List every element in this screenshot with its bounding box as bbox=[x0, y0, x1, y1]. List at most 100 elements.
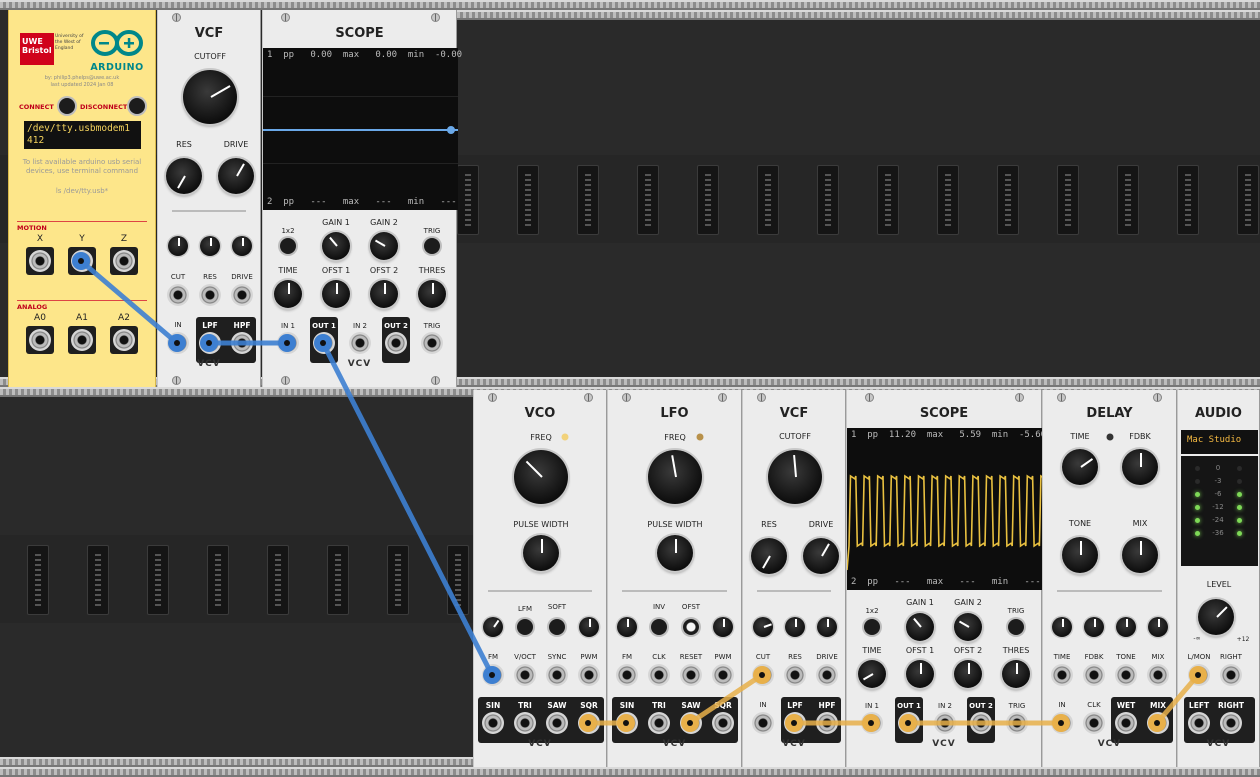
out2-jack[interactable] bbox=[385, 332, 407, 354]
ofst-button[interactable] bbox=[683, 619, 699, 635]
clk-jack[interactable] bbox=[1083, 712, 1105, 734]
pwm-jack[interactable] bbox=[712, 664, 734, 686]
right-out-jack[interactable] bbox=[1220, 712, 1242, 734]
motion-z-jack[interactable] bbox=[113, 250, 135, 272]
tone-cv-jack[interactable] bbox=[1115, 664, 1137, 686]
drive-knob[interactable] bbox=[803, 538, 839, 574]
time-cv-jack[interactable] bbox=[1051, 664, 1073, 686]
saw-jack[interactable] bbox=[680, 712, 702, 734]
in2-jack[interactable] bbox=[934, 712, 956, 734]
x12-button[interactable] bbox=[280, 238, 296, 254]
mix-cv-knob[interactable] bbox=[1148, 617, 1168, 637]
fm-jack[interactable] bbox=[482, 664, 504, 686]
motion-x-jack[interactable] bbox=[29, 250, 51, 272]
in-jack[interactable] bbox=[167, 332, 189, 354]
sin-jack[interactable] bbox=[482, 712, 504, 734]
analog-a0-jack[interactable] bbox=[29, 329, 51, 351]
sin-jack[interactable] bbox=[616, 712, 638, 734]
inv-button[interactable] bbox=[651, 619, 667, 635]
tri-jack[interactable] bbox=[514, 712, 536, 734]
voct-jack[interactable] bbox=[514, 664, 536, 686]
pulse-width-knob[interactable] bbox=[523, 535, 559, 571]
wet-jack[interactable] bbox=[1115, 712, 1137, 734]
mix-knob[interactable] bbox=[1122, 537, 1158, 573]
thres-knob[interactable] bbox=[1002, 660, 1030, 688]
disconnect-button[interactable] bbox=[129, 98, 145, 114]
time-knob[interactable] bbox=[858, 660, 886, 688]
res-knob[interactable] bbox=[751, 538, 787, 574]
motion-y-jack[interactable] bbox=[71, 250, 93, 272]
gain2-knob[interactable] bbox=[370, 232, 398, 260]
thres-knob[interactable] bbox=[418, 280, 446, 308]
pwm-jack[interactable] bbox=[578, 664, 600, 686]
res-cv-knob[interactable] bbox=[785, 617, 805, 637]
soft-button[interactable] bbox=[549, 619, 565, 635]
lfm-button[interactable] bbox=[517, 619, 533, 635]
fdbk-knob[interactable] bbox=[1122, 449, 1158, 485]
connect-button[interactable] bbox=[59, 98, 75, 114]
port-display[interactable]: /dev/tty.usbmodem1 412 bbox=[24, 121, 141, 149]
in1-jack[interactable] bbox=[277, 332, 299, 354]
analog-a1-jack[interactable] bbox=[71, 329, 93, 351]
reset-jack[interactable] bbox=[680, 664, 702, 686]
cut-cv-knob[interactable] bbox=[168, 236, 188, 256]
gain1-knob[interactable] bbox=[322, 232, 350, 260]
in-jack[interactable] bbox=[752, 712, 774, 734]
ofst2-knob[interactable] bbox=[954, 660, 982, 688]
level-knob[interactable] bbox=[1198, 599, 1234, 635]
mix-cv-jack[interactable] bbox=[1147, 664, 1169, 686]
trig-in-jack[interactable] bbox=[1006, 712, 1028, 734]
res-knob[interactable] bbox=[166, 158, 202, 194]
in-jack[interactable] bbox=[1051, 712, 1073, 734]
res-cv-knob[interactable] bbox=[200, 236, 220, 256]
clk-jack[interactable] bbox=[648, 664, 670, 686]
hpf-jack[interactable] bbox=[231, 332, 253, 354]
out1-jack[interactable] bbox=[313, 332, 335, 354]
drive-cv-jack[interactable] bbox=[231, 284, 253, 306]
time-cv-knob[interactable] bbox=[1052, 617, 1072, 637]
in1-jack[interactable] bbox=[861, 712, 883, 734]
gain2-knob[interactable] bbox=[954, 613, 982, 641]
out2-jack[interactable] bbox=[970, 712, 992, 734]
hpf-jack[interactable] bbox=[816, 712, 838, 734]
time-knob[interactable] bbox=[274, 280, 302, 308]
tri-jack[interactable] bbox=[648, 712, 670, 734]
fm-cv-knob[interactable] bbox=[483, 617, 503, 637]
left-out-jack[interactable] bbox=[1188, 712, 1210, 734]
pwm-cv-knob[interactable] bbox=[713, 617, 733, 637]
device-display[interactable]: Mac Studio bbox=[1181, 430, 1258, 454]
analog-a2-jack[interactable] bbox=[113, 329, 135, 351]
out1-jack[interactable] bbox=[898, 712, 920, 734]
trig-button[interactable] bbox=[1008, 619, 1024, 635]
cutoff-knob[interactable] bbox=[183, 70, 237, 124]
time-knob[interactable] bbox=[1062, 449, 1098, 485]
cut-cv-jack[interactable] bbox=[167, 284, 189, 306]
mix-out-jack[interactable] bbox=[1147, 712, 1169, 734]
tone-cv-knob[interactable] bbox=[1116, 617, 1136, 637]
scope-display[interactable]: 1 pp 11.20 max 5.59 min -5.60 2 pp --- m… bbox=[847, 428, 1046, 590]
freq-knob[interactable] bbox=[514, 450, 568, 504]
lpf-jack[interactable] bbox=[199, 332, 221, 354]
ofst2-knob[interactable] bbox=[370, 280, 398, 308]
trig-button[interactable] bbox=[424, 238, 440, 254]
saw-jack[interactable] bbox=[546, 712, 568, 734]
tone-knob[interactable] bbox=[1062, 537, 1098, 573]
cut-cv-knob[interactable] bbox=[753, 617, 773, 637]
res-cv-jack[interactable] bbox=[199, 284, 221, 306]
lpf-jack[interactable] bbox=[784, 712, 806, 734]
drive-cv-knob[interactable] bbox=[232, 236, 252, 256]
pwm-cv-knob[interactable] bbox=[579, 617, 599, 637]
sqr-jack[interactable] bbox=[712, 712, 734, 734]
ofst1-knob[interactable] bbox=[906, 660, 934, 688]
pulse-width-knob[interactable] bbox=[657, 535, 693, 571]
ofst1-knob[interactable] bbox=[322, 280, 350, 308]
drive-cv-knob[interactable] bbox=[817, 617, 837, 637]
fdbk-cv-knob[interactable] bbox=[1084, 617, 1104, 637]
lmon-jack[interactable] bbox=[1188, 664, 1210, 686]
freq-knob[interactable] bbox=[648, 450, 702, 504]
cutoff-knob[interactable] bbox=[768, 450, 822, 504]
gain1-knob[interactable] bbox=[906, 613, 934, 641]
fdbk-cv-jack[interactable] bbox=[1083, 664, 1105, 686]
scope-display[interactable]: 1 pp 0.00 max 0.00 min -0.00 2 pp --- ma… bbox=[263, 48, 462, 210]
in2-jack[interactable] bbox=[349, 332, 371, 354]
